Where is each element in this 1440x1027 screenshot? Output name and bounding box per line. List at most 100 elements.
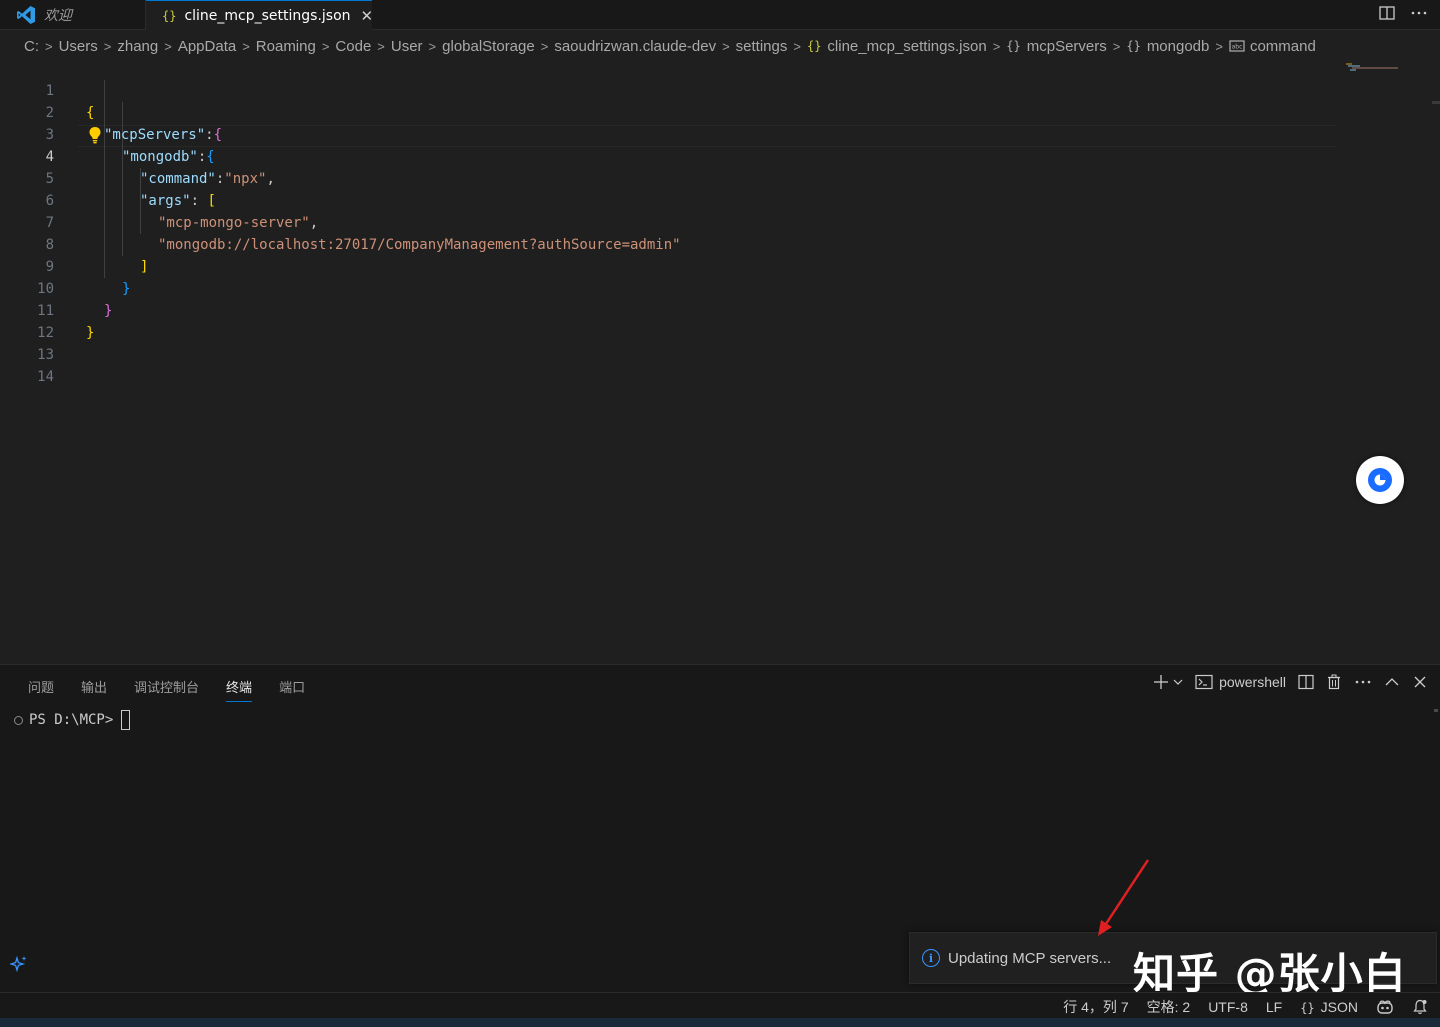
taskbar-strip <box>0 1018 1440 1027</box>
tab-cline-mcp-settings[interactable]: {} cline_mcp_settings.json ✕ <box>146 0 374 30</box>
editor-actions <box>1378 4 1428 22</box>
code-line: 8 ] <box>0 212 1336 275</box>
chevron-right-icon: > <box>164 38 172 54</box>
editor-tab-bar: 欢迎 {} cline_mcp_settings.json ✕ <box>0 0 1440 30</box>
command-decoration-icon <box>14 715 23 725</box>
code-line: 2 "mcpServers":{ <box>0 80 1336 143</box>
chevron-right-icon: > <box>103 38 112 54</box>
status-cursor-position[interactable]: 行 4，列 7 <box>1063 997 1128 1017</box>
terminal-cursor <box>121 710 131 730</box>
notification-text: Updating MCP servers... <box>948 949 1112 967</box>
breadcrumb-item[interactable]: saoudrizwan.claude-dev <box>554 38 716 55</box>
breadcrumb-item[interactable]: command <box>1250 38 1316 55</box>
panel-actions: powershell <box>1153 674 1428 690</box>
maximize-panel-icon[interactable] <box>1384 674 1400 690</box>
object-icon: {} <box>1006 39 1021 53</box>
tab-welcome[interactable]: 欢迎 <box>0 0 146 30</box>
svg-text:abc: abc <box>1232 44 1243 51</box>
breadcrumb-item[interactable]: AppData <box>178 38 236 55</box>
status-language-mode[interactable]: {} JSON <box>1300 999 1358 1015</box>
tab-welcome-label: 欢迎 <box>44 8 72 24</box>
code-line: 7 "mongodb://localhost:27017/CompanyMana… <box>0 190 1336 253</box>
tab-terminal[interactable]: 终端 <box>226 677 253 702</box>
code-line: 1 { <box>0 58 1336 121</box>
chevron-right-icon: > <box>793 38 801 54</box>
chevron-right-icon: > <box>992 38 1001 54</box>
code-line: 10 } <box>0 256 1336 319</box>
code-line: 11 } <box>0 278 1336 341</box>
line-number: 14 <box>37 369 54 385</box>
breadcrumb-item[interactable]: C: <box>24 38 39 55</box>
code-line: 13 <box>0 322 1336 363</box>
code-line: 6 "mcp-mongo-server", <box>0 168 1336 231</box>
status-eol[interactable]: LF <box>1266 999 1282 1015</box>
info-icon: i <box>922 949 940 967</box>
breadcrumb-item[interactable]: Code <box>335 38 371 55</box>
chevron-right-icon: > <box>377 38 385 54</box>
tab-problems[interactable]: 问题 <box>28 677 54 702</box>
floating-assistant-button[interactable] <box>1356 456 1404 504</box>
breadcrumb-item[interactable]: cline_mcp_settings.json <box>827 38 986 55</box>
copilot-icon[interactable] <box>1376 999 1394 1015</box>
status-bar: 行 4，列 7 空格: 2 UTF-8 LF {} JSON <box>0 992 1440 1018</box>
vscode-logo-icon <box>17 6 35 24</box>
code-line: 12 <box>0 300 1336 341</box>
chevron-right-icon: > <box>540 38 549 54</box>
terminal-icon <box>1195 674 1213 690</box>
code-line: 3 "mongodb":{ <box>0 102 1336 165</box>
breadcrumb-item[interactable]: settings <box>736 38 788 55</box>
more-actions-icon[interactable] <box>1354 674 1372 690</box>
tab-ports[interactable]: 端口 <box>279 677 305 702</box>
more-actions-icon[interactable] <box>1410 4 1428 22</box>
terminal-prompt-line[interactable]: PS D:\MCP> <box>14 710 131 730</box>
breadcrumb-item[interactable]: zhang <box>117 38 158 55</box>
tab-output[interactable]: 输出 <box>81 677 107 702</box>
chevron-right-icon: > <box>1215 38 1223 54</box>
panel-tab-list: 问题 输出 调试控制台 终端 端口 <box>28 677 305 702</box>
code-editor[interactable]: 1 { 2 "mcpServers":{ 3 "mongodb":{ 4 "co… <box>0 58 1440 663</box>
code-line: 4 "command":"npx", <box>0 124 1336 187</box>
chevron-right-icon: > <box>242 38 250 54</box>
close-panel-icon[interactable] <box>1412 674 1428 690</box>
assistant-icon <box>1368 468 1392 492</box>
trash-icon[interactable] <box>1326 674 1342 690</box>
split-terminal-icon[interactable] <box>1298 674 1314 690</box>
minimap[interactable] <box>1344 62 1398 72</box>
terminal-prompt: PS D:\MCP> <box>29 712 114 728</box>
breadcrumb: C: > Users > zhang > AppData > Roaming >… <box>24 35 1316 57</box>
breadcrumb-item[interactable]: User <box>391 38 423 55</box>
sparkle-icon[interactable] <box>10 955 28 973</box>
status-bar-right: 行 4，列 7 空格: 2 UTF-8 LF {} JSON <box>1063 997 1428 1017</box>
code-line: 9 } <box>0 234 1336 297</box>
status-encoding[interactable]: UTF-8 <box>1208 999 1248 1015</box>
status-language-label: JSON <box>1320 999 1358 1015</box>
chevron-right-icon: > <box>1112 38 1121 54</box>
notifications-bell-icon[interactable] <box>1412 999 1428 1015</box>
terminal-shell-selector[interactable]: powershell <box>1195 674 1286 690</box>
code-line: 14 <box>0 344 1336 385</box>
braces-icon: {} <box>1300 1001 1315 1015</box>
chevron-down-icon[interactable] <box>1173 674 1183 690</box>
code-line: 5 "args": [ <box>0 146 1336 209</box>
close-icon[interactable]: ✕ <box>361 7 374 25</box>
split-editor-icon[interactable] <box>1378 4 1396 22</box>
breadcrumb-item[interactable]: mcpServers <box>1027 38 1107 55</box>
terminal-scrollbar[interactable] <box>1434 709 1438 712</box>
status-indentation[interactable]: 空格: 2 <box>1147 997 1191 1017</box>
lightbulb-icon[interactable] <box>88 126 102 144</box>
chevron-right-icon: > <box>722 38 730 54</box>
chevron-right-icon: > <box>321 38 330 54</box>
string-property-icon: abc <box>1229 40 1245 52</box>
breadcrumb-item[interactable]: mongodb <box>1147 38 1210 55</box>
tab-file-label: cline_mcp_settings.json <box>184 7 351 24</box>
chevron-right-icon: > <box>45 38 53 54</box>
breadcrumb-item[interactable]: globalStorage <box>442 38 535 55</box>
breadcrumb-item[interactable]: Roaming <box>256 38 316 55</box>
chevron-right-icon: > <box>428 38 437 54</box>
red-arrow-annotation <box>1098 859 1150 936</box>
editor-scrollbar[interactable] <box>1432 101 1440 104</box>
breadcrumb-item[interactable]: Users <box>59 38 98 55</box>
new-terminal-icon[interactable] <box>1153 674 1169 690</box>
object-icon: {} <box>1126 39 1141 53</box>
tab-debug-console[interactable]: 调试控制台 <box>134 677 199 702</box>
